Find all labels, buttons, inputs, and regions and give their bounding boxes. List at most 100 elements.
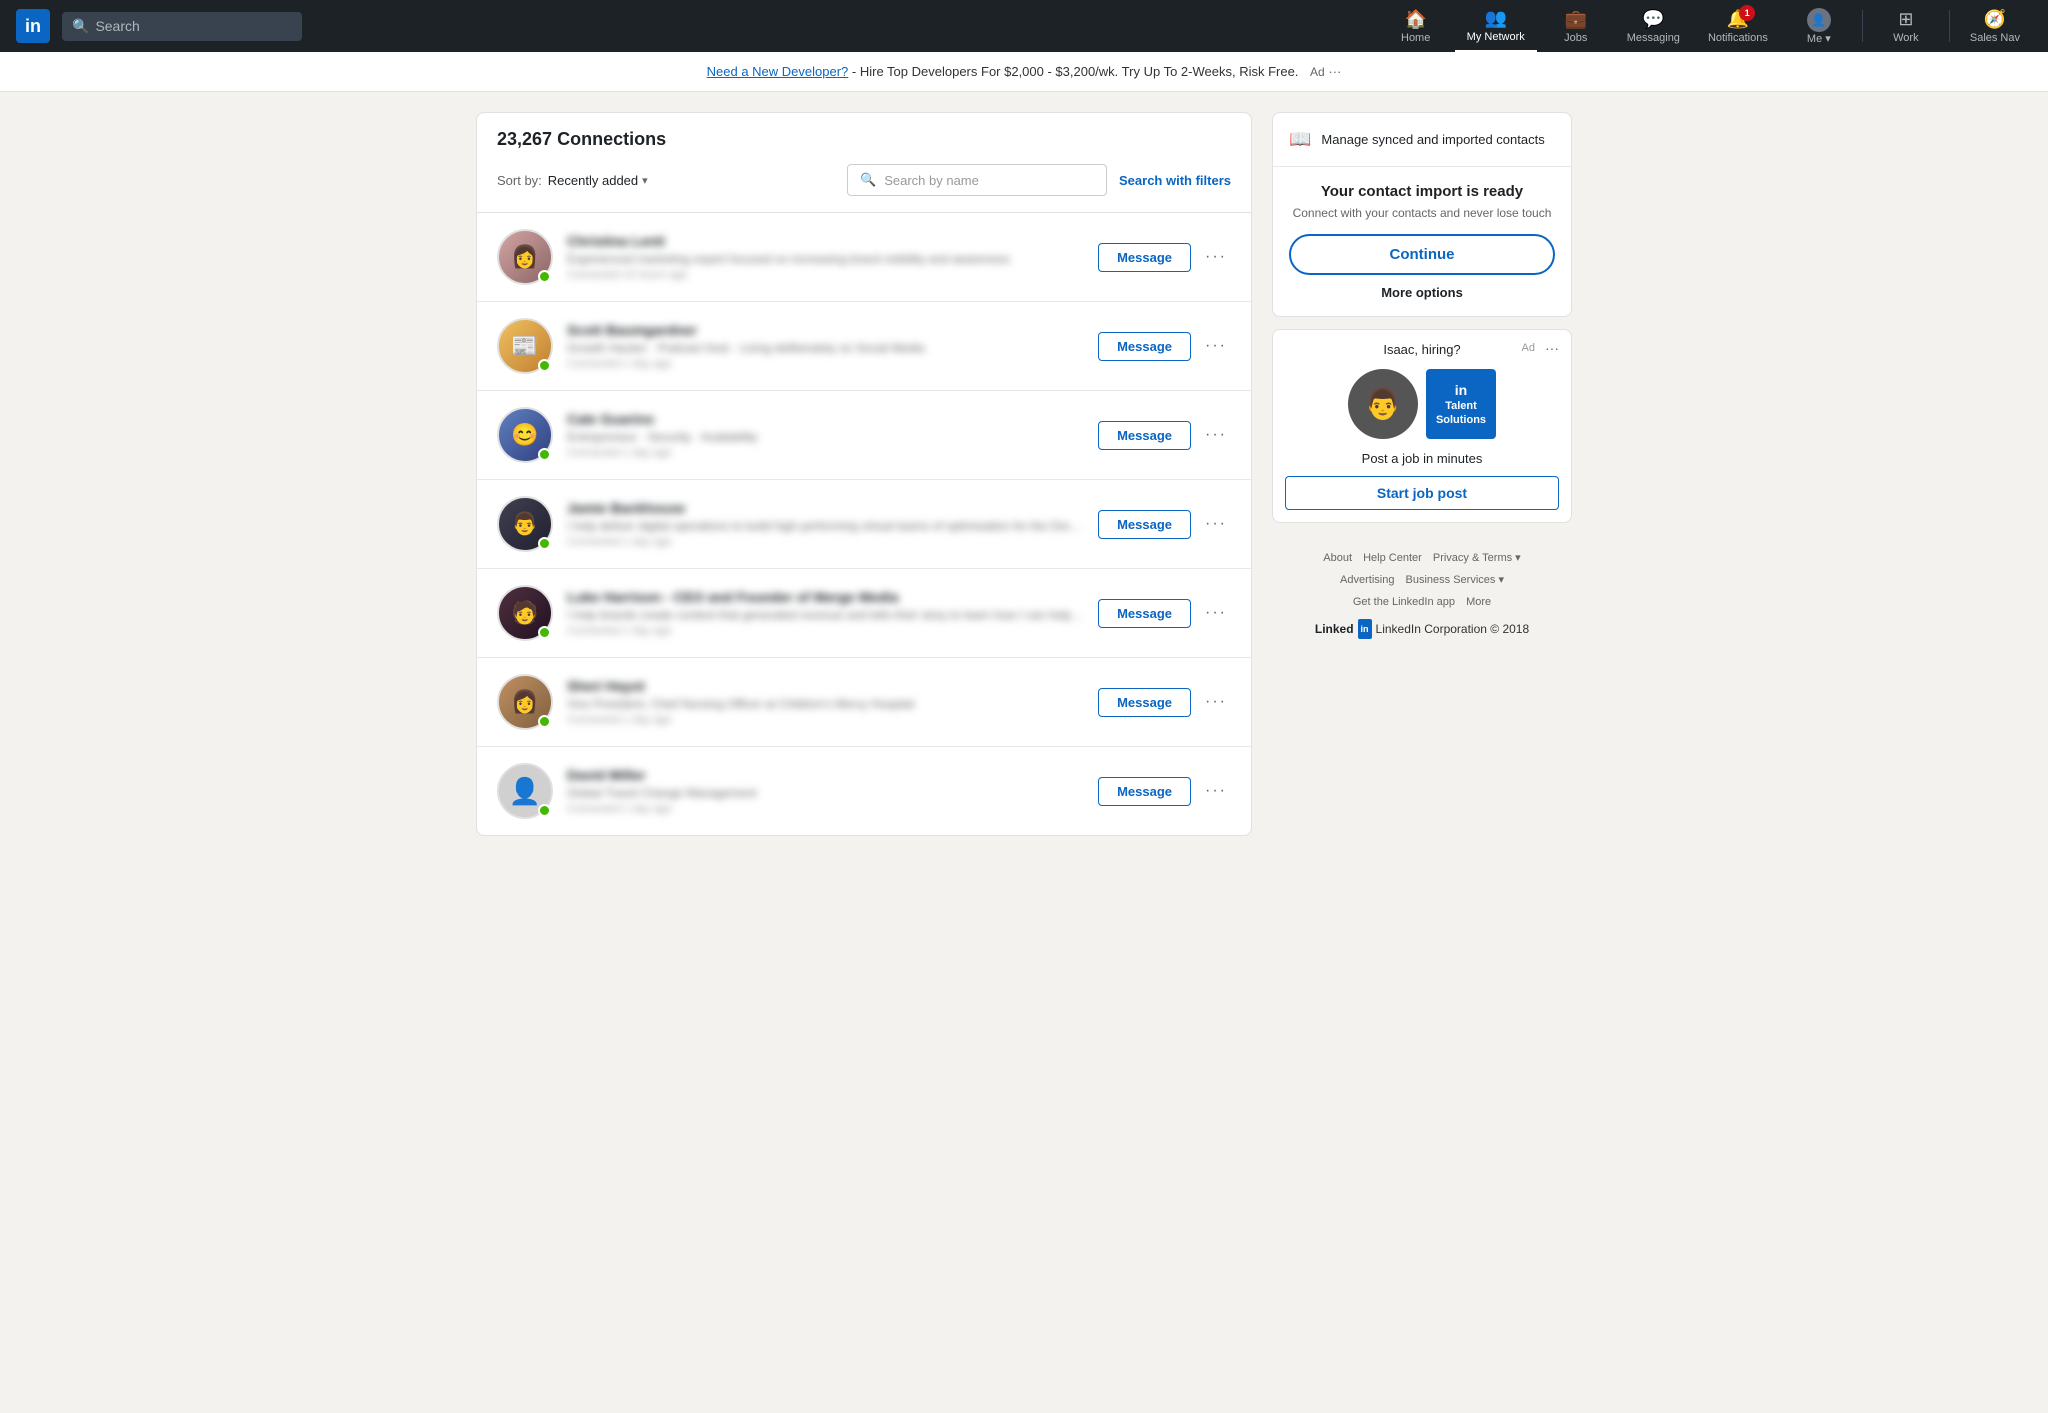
avatar-placeholder: 🧑	[511, 600, 538, 626]
footer-brand: Linked in LinkedIn Corporation © 2018	[1280, 617, 1564, 641]
nav-label-my-network: My Network	[1467, 31, 1525, 43]
connection-time: Connected 1 day ago	[567, 714, 1084, 726]
connection-actions: Message ···	[1098, 243, 1231, 272]
message-button[interactable]: Message	[1098, 510, 1191, 539]
message-button[interactable]: Message	[1098, 688, 1191, 717]
online-indicator	[538, 537, 551, 550]
user-avatar: 👤	[1807, 8, 1831, 32]
nav-item-my-network[interactable]: 👥 My Network	[1455, 0, 1537, 52]
more-options-button[interactable]: ···	[1201, 689, 1231, 715]
message-button[interactable]: Message	[1098, 777, 1191, 806]
connection-title: Entrepreneur · Security · Availability	[567, 430, 1084, 444]
ad-images: 👨 in Talent Solutions	[1285, 369, 1559, 439]
footer-link-advertising[interactable]: Advertising	[1340, 574, 1394, 586]
sort-dropdown[interactable]: Recently added ▾	[548, 173, 648, 188]
ad-banner-more[interactable]: ···	[1328, 64, 1341, 79]
nav-item-notifications[interactable]: 🔔 1 Notifications	[1696, 0, 1780, 52]
continue-button[interactable]: Continue	[1289, 234, 1555, 275]
name-search-box[interactable]: 🔍	[847, 164, 1107, 196]
online-indicator	[538, 715, 551, 728]
ad-card: Ad ··· Isaac, hiring? 👨 in Talent Soluti…	[1272, 329, 1572, 523]
connection-info: Christina Lenti Experienced marketing ex…	[567, 233, 1084, 281]
more-options-link[interactable]: More options	[1289, 285, 1555, 300]
nav-items: 🏠 Home 👥 My Network 💼 Jobs 💬 Messaging 🔔…	[1381, 0, 2032, 52]
footer-link-business[interactable]: Business Services ▾	[1406, 574, 1504, 586]
ad-talent-solutions-logo: in Talent Solutions	[1426, 369, 1496, 439]
connection-time: Connected 1 day ago	[567, 447, 1084, 459]
start-job-post-button[interactable]: Start job post	[1285, 476, 1559, 510]
more-options-button[interactable]: ···	[1201, 511, 1231, 537]
connection-title: I help brands create content that genera…	[567, 608, 1084, 622]
more-options-button[interactable]: ···	[1201, 600, 1231, 626]
ad-post-job-title: Post a job in minutes	[1285, 451, 1559, 466]
ad-hiring-title: Isaac, hiring?	[1285, 342, 1559, 357]
footer-link-about[interactable]: About	[1323, 552, 1352, 564]
connection-info: Luke Harrison - CEO and Founder of Merge…	[567, 589, 1084, 637]
ad-banner-link[interactable]: Need a New Developer?	[707, 64, 849, 79]
connection-info: Cale Guarino Entrepreneur · Security · A…	[567, 411, 1084, 459]
more-options-button[interactable]: ···	[1201, 333, 1231, 359]
connection-title: Vice President, Chief Nursing Officer at…	[567, 697, 1084, 711]
avatar-wrap: 🧑	[497, 585, 553, 641]
connection-actions: Message ···	[1098, 510, 1231, 539]
table-row: 👩 Sheri Hayot Vice President, Chief Nurs…	[477, 658, 1251, 747]
search-with-filters-link[interactable]: Search with filters	[1119, 173, 1231, 188]
ad-banner-text: - Hire Top Developers For $2,000 - $3,20…	[852, 64, 1299, 79]
connection-actions: Message ···	[1098, 421, 1231, 450]
table-row: 😊 Cale Guarino Entrepreneur · Security ·…	[477, 391, 1251, 480]
online-indicator	[538, 270, 551, 283]
footer-link-privacy[interactable]: Privacy & Terms ▾	[1433, 552, 1521, 564]
message-button[interactable]: Message	[1098, 332, 1191, 361]
table-row: 👤 David Miller Global Travel Change Mana…	[477, 747, 1251, 835]
connection-name: Scott Baumgardner	[567, 322, 1084, 338]
right-panel: 📖 Manage synced and imported contacts Yo…	[1272, 112, 1572, 653]
message-button[interactable]: Message	[1098, 421, 1191, 450]
message-button[interactable]: Message	[1098, 599, 1191, 628]
nav-label-home: Home	[1401, 32, 1430, 44]
avatar-wrap: 📰	[497, 318, 553, 374]
footer-link-app[interactable]: Get the LinkedIn app	[1353, 596, 1455, 608]
manage-contacts-card: 📖 Manage synced and imported contacts Yo…	[1272, 112, 1572, 317]
manage-contacts-title[interactable]: Manage synced and imported contacts	[1321, 132, 1544, 147]
connection-actions: Message ···	[1098, 777, 1231, 806]
connection-title: Experienced marketing expert focused on …	[567, 252, 1084, 266]
more-options-button[interactable]: ···	[1201, 778, 1231, 804]
more-options-button[interactable]: ···	[1201, 422, 1231, 448]
nav-item-jobs[interactable]: 💼 Jobs	[1541, 0, 1611, 52]
connection-actions: Message ···	[1098, 688, 1231, 717]
more-options-button[interactable]: ···	[1201, 244, 1231, 270]
import-title: Your contact import is ready	[1289, 183, 1555, 200]
ad-banner: Need a New Developer? - Hire Top Develop…	[0, 52, 2048, 92]
online-indicator	[538, 804, 551, 817]
nav-label-notifications: Notifications	[1708, 32, 1768, 44]
search-bar[interactable]: 🔍	[62, 12, 302, 41]
search-input[interactable]	[95, 18, 292, 34]
jobs-icon: 💼	[1565, 9, 1587, 30]
nav-item-sales-nav[interactable]: 🧭 Sales Nav	[1958, 0, 2032, 52]
search-name-icon: 🔍	[860, 172, 876, 188]
connections-list: 👩 Christina Lenti Experienced marketing …	[477, 213, 1251, 835]
name-search-input[interactable]	[884, 173, 1094, 188]
connection-title: Growth Hacker · Podcast Host · Living de…	[567, 341, 1084, 355]
manage-contacts-header: 📖 Manage synced and imported contacts	[1273, 113, 1571, 167]
footer-link-more[interactable]: More	[1466, 596, 1491, 608]
footer-link-help[interactable]: Help Center	[1363, 552, 1422, 564]
avatar-placeholder: 📰	[511, 333, 538, 359]
linkedin-logo[interactable]: in	[16, 9, 50, 43]
table-row: 📰 Scott Baumgardner Growth Hacker · Podc…	[477, 302, 1251, 391]
nav-item-messaging[interactable]: 💬 Messaging	[1615, 0, 1692, 52]
nav-label-messaging: Messaging	[1627, 32, 1680, 44]
avatar-placeholder: 👨	[511, 511, 538, 537]
nav-item-home[interactable]: 🏠 Home	[1381, 0, 1451, 52]
avatar-wrap: 👨	[497, 496, 553, 552]
ad-person-avatar: 👨	[1348, 369, 1418, 439]
avatar-wrap: 👤	[497, 763, 553, 819]
message-button[interactable]: Message	[1098, 243, 1191, 272]
ad-more-button[interactable]: ···	[1545, 340, 1559, 356]
connection-name: Jamie Backhouse	[567, 500, 1084, 516]
connections-title: 23,267 Connections	[497, 129, 1231, 150]
connections-header: 23,267 Connections Sort by: Recently add…	[477, 113, 1251, 213]
table-row: 👨 Jamie Backhouse I help deliver digital…	[477, 480, 1251, 569]
nav-item-work[interactable]: ⊞ Work	[1871, 0, 1941, 52]
nav-item-me[interactable]: 👤 Me ▾	[1784, 0, 1854, 52]
